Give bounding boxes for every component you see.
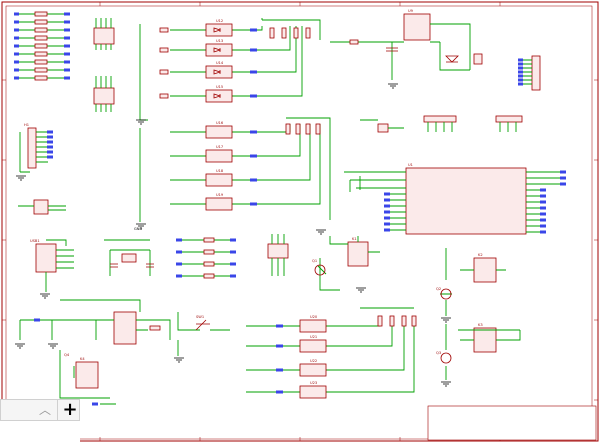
ref-u20: U20	[310, 315, 318, 319]
ref-q2: Q2	[436, 287, 441, 291]
optocoupler-group-top	[139, 18, 321, 121]
ref-u15: U15	[216, 85, 223, 89]
ref-sw1: SW1	[196, 315, 204, 319]
ref-q4: Q4	[64, 353, 70, 357]
ref-k2: K2	[478, 253, 483, 257]
resistor-array-top-left	[14, 11, 70, 81]
ref-u12: U12	[216, 19, 223, 23]
ref-u21: U21	[310, 335, 317, 339]
header-connector-left	[19, 127, 53, 173]
ref-u23: U23	[310, 381, 317, 385]
ref-u19: U19	[216, 193, 224, 197]
net-label-ladder	[176, 237, 236, 279]
ref-q3: Q3	[436, 351, 441, 355]
ref-h1: H1	[24, 123, 29, 127]
ref-u14: U14	[216, 61, 224, 65]
power-section-bottom-left	[19, 299, 171, 406]
ref-u13: U13	[216, 39, 223, 43]
ref-u17: U17	[216, 145, 223, 149]
usb-section	[18, 199, 74, 292]
crystal-section	[104, 239, 154, 276]
dip-switch-top	[93, 18, 115, 112]
ref-k3: K3	[478, 323, 483, 327]
ref-u16: U16	[216, 121, 224, 125]
ref-k4: K4	[80, 357, 85, 361]
plus-icon[interactable]: +	[57, 400, 82, 420]
ref-q1: Q1	[312, 259, 317, 263]
viewer-panel-footer	[0, 421, 80, 443]
chevron-up-icon[interactable]: ︿	[33, 400, 57, 420]
relay-section-1	[267, 234, 380, 291]
schematic-sheet: U12 U13 U14 U15 U16 U17 U18 U19 U20 U21 …	[1, 1, 599, 442]
optocoupler-group-bottom	[246, 307, 417, 399]
small-headers-mid	[360, 115, 523, 133]
ref-usb1: USB1	[30, 239, 40, 243]
ref-u1: U1	[408, 163, 413, 167]
connector-top-right	[518, 55, 541, 91]
relay-section-3	[440, 324, 521, 380]
ref-u18: U18	[216, 169, 224, 173]
ref-k1: K1	[352, 237, 357, 241]
regulator-section	[330, 13, 483, 80]
ref-u22: U22	[310, 359, 317, 363]
zoom-controls: ︿ +	[0, 399, 80, 421]
optocoupler-group-middle	[139, 117, 331, 222]
microcontroller	[344, 167, 566, 235]
relay-section-2	[440, 248, 506, 316]
ref-u9: U9	[408, 9, 414, 13]
